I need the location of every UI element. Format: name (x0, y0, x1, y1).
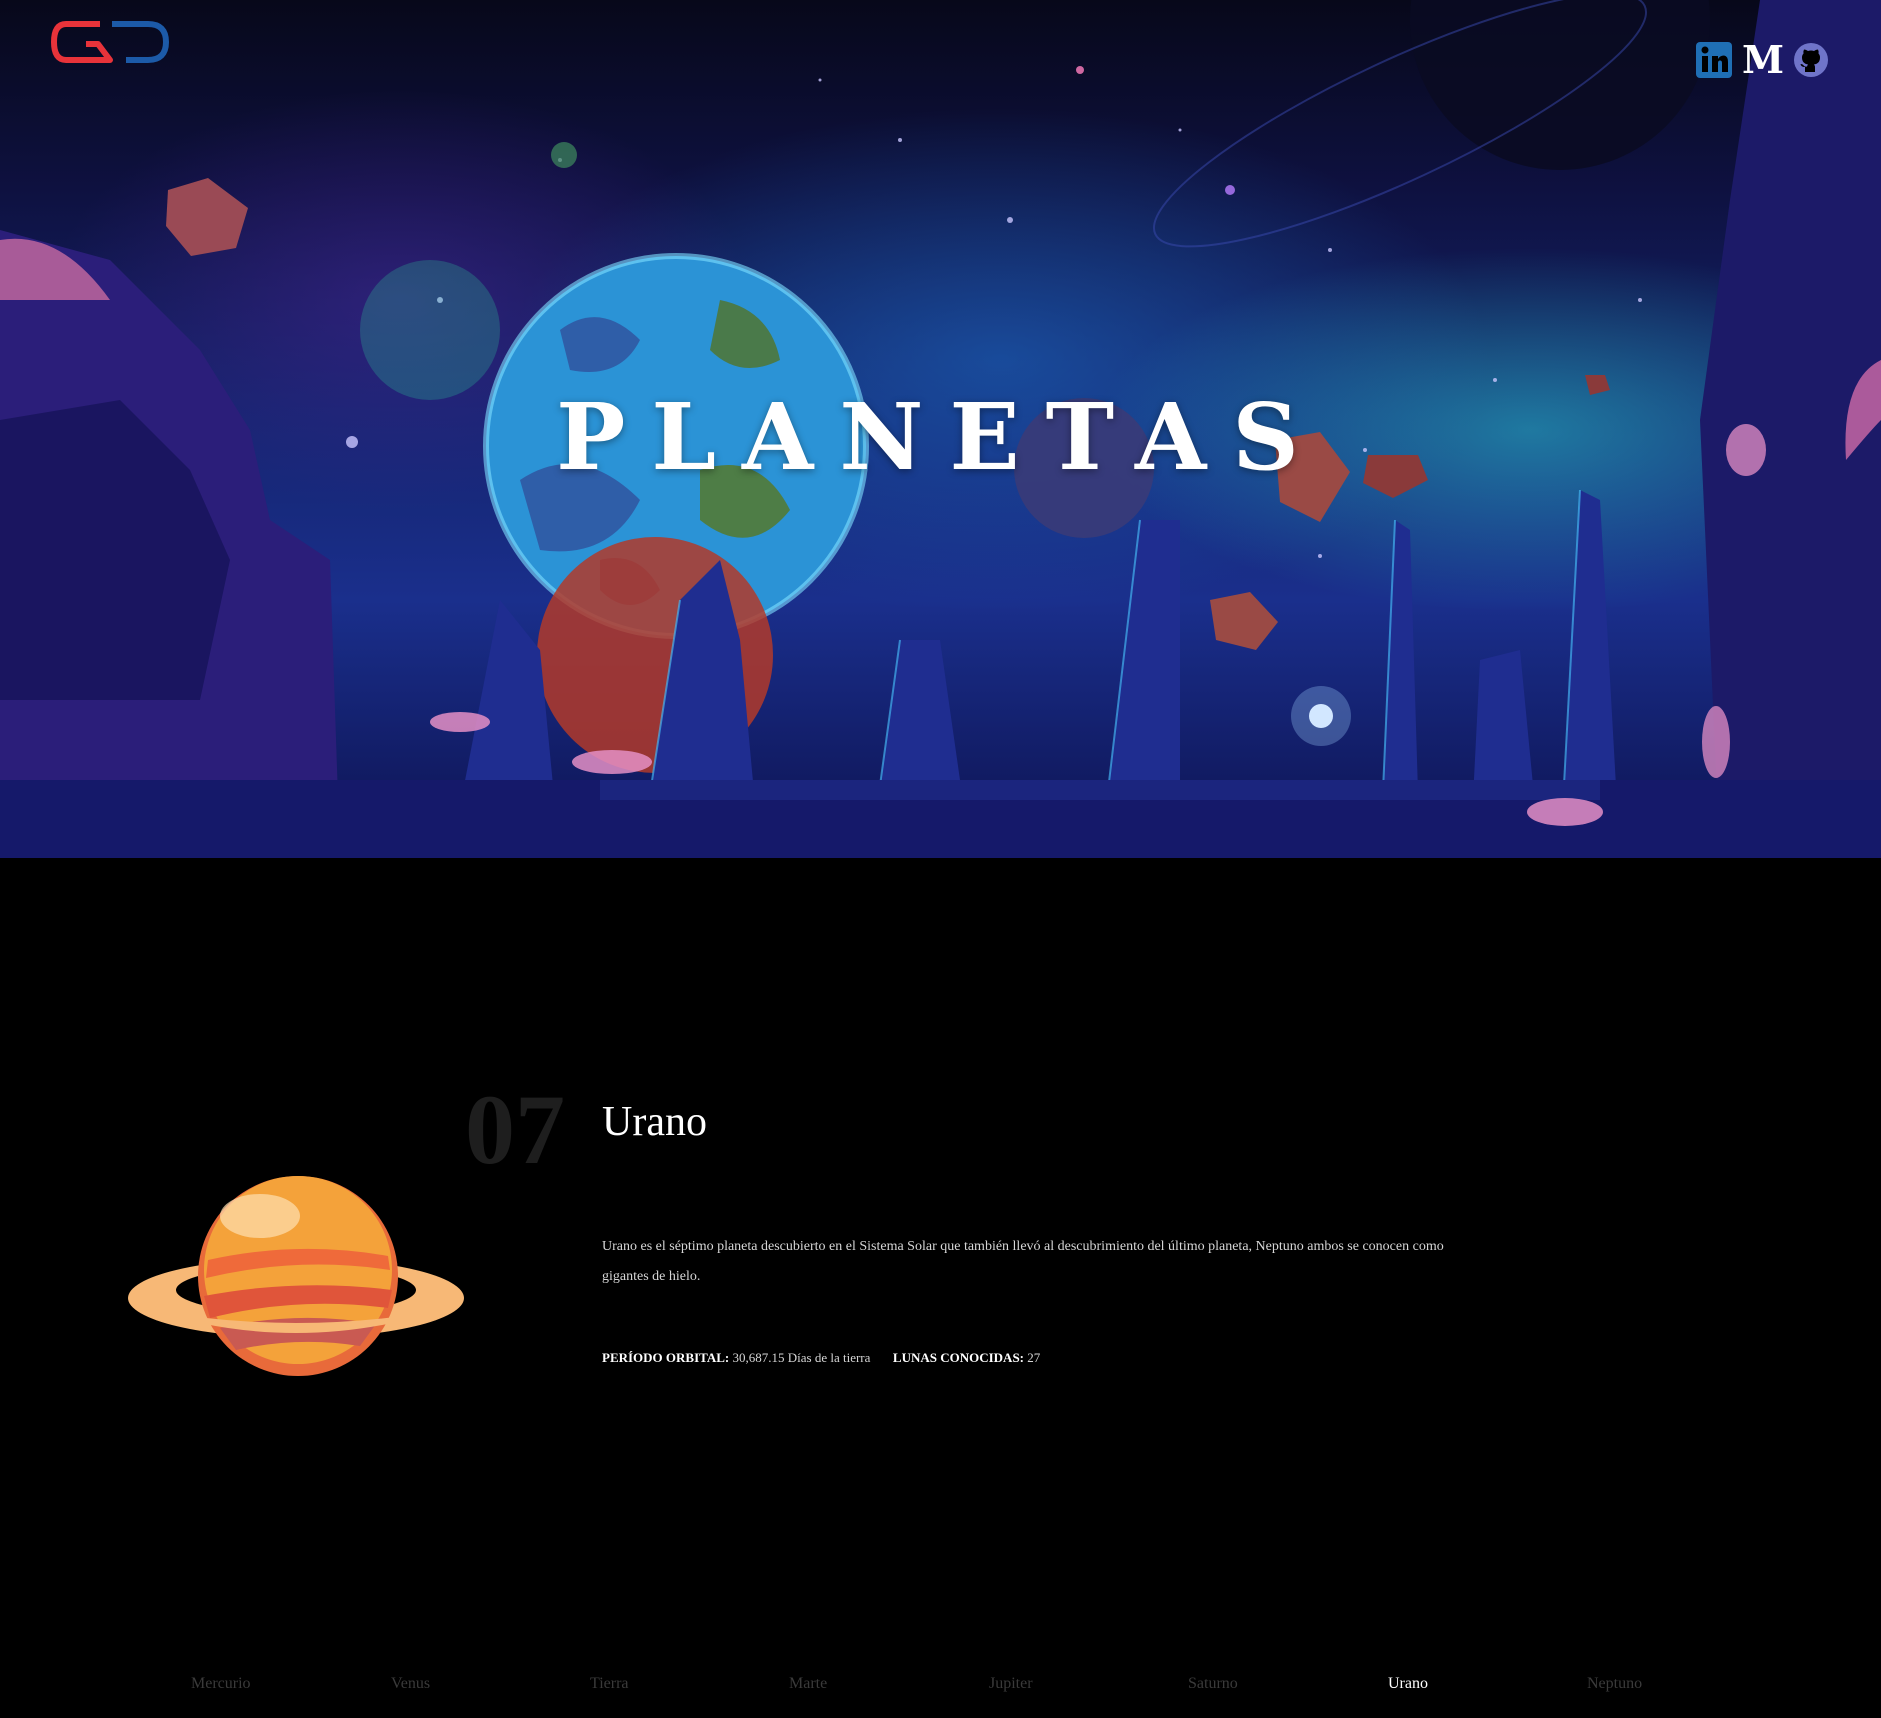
planet-description: Urano es el séptimo planeta descubierto … (602, 1239, 1444, 1284)
planet-number: 07 (465, 1074, 565, 1185)
github-icon[interactable] (1792, 40, 1830, 80)
linkedin-icon[interactable] (1695, 40, 1733, 80)
known-moons-value: 27 (1027, 1350, 1041, 1365)
hero-title: PLANETAS (556, 383, 1325, 491)
orbital-period-label: PERÍODO ORBITAL: (602, 1350, 730, 1365)
nav-item-saturno[interactable]: Saturno (1188, 1672, 1238, 1696)
medium-glyph: M (1741, 37, 1785, 82)
planet-name: Urano (602, 1099, 707, 1145)
medium-icon[interactable]: M (1741, 37, 1785, 82)
nav-item-jupiter[interactable]: Jupiter (989, 1672, 1033, 1696)
planet-stats: PERÍODO ORBITAL: 30,687.15 Días de la ti… (602, 1348, 1040, 1368)
nav-item-mercurio[interactable]: Mercurio (191, 1672, 251, 1696)
orbital-period-value: 30,687.15 Días de la tierra (732, 1350, 871, 1365)
gd-logo-icon[interactable] (50, 20, 172, 64)
hero-banner: M PLANETAS (0, 0, 1881, 858)
planet-illustration (128, 1176, 464, 1376)
nav-item-neptuno[interactable]: Neptuno (1587, 1672, 1642, 1696)
known-moons-label: LUNAS CONOCIDAS: (892, 1350, 1025, 1365)
planet-nav: Mercurio Venus Tierra Marte Jupiter Satu… (0, 1672, 1881, 1696)
nav-item-venus[interactable]: Venus (391, 1672, 430, 1696)
nav-item-urano[interactable]: Urano (1388, 1672, 1428, 1696)
nav-item-tierra[interactable]: Tierra (590, 1672, 629, 1696)
nav-item-marte[interactable]: Marte (789, 1672, 827, 1696)
